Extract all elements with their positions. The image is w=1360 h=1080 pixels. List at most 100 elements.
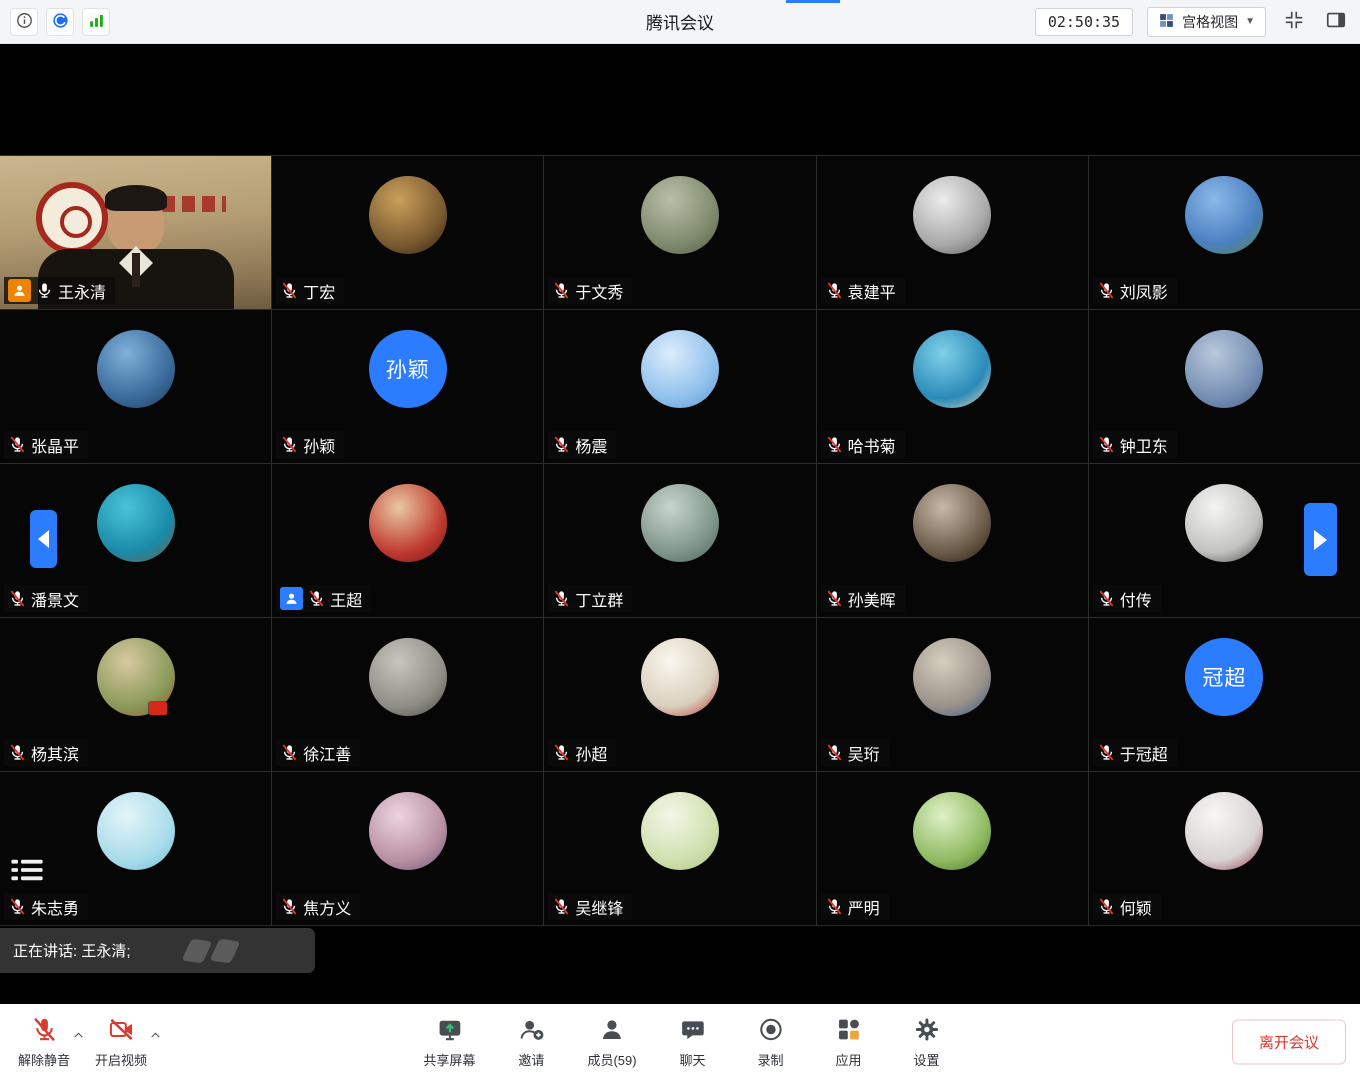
participant-tile[interactable]: 杨其滨 xyxy=(0,618,271,771)
participant-name: 孙超 xyxy=(575,741,607,765)
mic-muted-icon xyxy=(1097,897,1116,916)
participant-name: 哈书菊 xyxy=(848,433,896,457)
mic-on-icon xyxy=(35,281,54,300)
toolbar-chat-button[interactable]: 聊天 xyxy=(665,1012,721,1073)
participant-label: 付传 xyxy=(1093,585,1161,612)
tencent-meeting-window: 腾讯会议 02:50:35 宫格视图 ▼ 王永清 xyxy=(0,0,1360,1080)
toolbar-unmute-button[interactable]: 解除静音 xyxy=(12,1012,76,1073)
participant-name: 何颖 xyxy=(1120,895,1152,919)
toolbar-label: 邀请 xyxy=(518,1050,544,1069)
prev-page-button[interactable] xyxy=(30,510,57,568)
participant-avatar xyxy=(913,176,991,254)
view-mode-selector[interactable]: 宫格视图 ▼ xyxy=(1147,7,1266,37)
participant-tile[interactable]: 吴珩 xyxy=(817,618,1088,771)
participant-name: 袁建平 xyxy=(848,279,896,303)
participant-tile[interactable]: 哈书菊 xyxy=(817,310,1088,463)
participant-label: 吴继锋 xyxy=(548,893,632,920)
toolbar-label: 聊天 xyxy=(680,1050,706,1069)
titlebar: 腾讯会议 02:50:35 宫格视图 ▼ xyxy=(0,0,1360,44)
participant-label: 何颖 xyxy=(1093,893,1161,920)
participant-label: 孙颖 xyxy=(276,431,344,458)
participant-avatar xyxy=(97,330,175,408)
mic-muted-icon xyxy=(825,743,844,762)
toolbar-share-screen-button[interactable]: 共享屏幕 xyxy=(417,1012,481,1073)
participant-tile[interactable]: 袁建平 xyxy=(817,156,1088,309)
participant-tile[interactable]: 徐江善 xyxy=(272,618,543,771)
mic-muted-icon xyxy=(1097,743,1116,762)
speaking-banner: 正在讲话: 王永清; xyxy=(0,928,315,973)
titlebar-right-group: 02:50:35 宫格视图 ▼ xyxy=(1035,7,1350,37)
side-layout-button[interactable] xyxy=(1322,8,1350,36)
participant-name: 丁宏 xyxy=(303,279,335,303)
participant-tile[interactable]: 焦方义 xyxy=(272,772,543,925)
participant-avatar xyxy=(641,792,719,870)
chevron-right-icon xyxy=(1314,530,1327,550)
participant-avatar xyxy=(913,484,991,562)
pinned-app-button[interactable] xyxy=(46,8,74,36)
participant-name: 王永清 xyxy=(58,279,106,303)
participant-tile[interactable]: 钟卫东 xyxy=(1089,310,1360,463)
toolbar-label: 录制 xyxy=(758,1050,784,1069)
info-button[interactable] xyxy=(10,8,38,36)
participant-tile[interactable]: 孙美晖 xyxy=(817,464,1088,617)
leave-meeting-button[interactable]: 离开会议 xyxy=(1232,1020,1346,1065)
video-stage: 王永清 丁宏 于文秀 袁建平 刘凤影 xyxy=(0,44,1360,1004)
participant-tile[interactable]: 孙超 xyxy=(544,618,815,771)
mic-muted-icon xyxy=(825,897,844,916)
participant-tile[interactable]: 朱志勇 xyxy=(0,772,271,925)
caption-list-icon[interactable] xyxy=(9,855,45,885)
participant-tile[interactable]: 张晶平 xyxy=(0,310,271,463)
toolbar-settings-button[interactable]: 设置 xyxy=(899,1012,955,1073)
participant-name: 张晶平 xyxy=(31,433,79,457)
participant-tile[interactable]: 严明 xyxy=(817,772,1088,925)
participant-tile[interactable]: 刘凤影 xyxy=(1089,156,1360,309)
participant-tile[interactable]: 杨震 xyxy=(544,310,815,463)
speaking-banner-text: 正在讲话: 王永清; xyxy=(13,940,131,961)
participant-label: 吴珩 xyxy=(821,739,889,766)
next-page-button[interactable] xyxy=(1304,503,1337,576)
toolbar-label: 成员(59) xyxy=(587,1050,636,1069)
toolbar-label: 开启视频 xyxy=(95,1050,147,1069)
toolbar-members-button[interactable]: 成员(59) xyxy=(581,1012,642,1073)
participant-name: 徐江善 xyxy=(303,741,351,765)
toolbar-start-video-button[interactable]: 开启视频 xyxy=(89,1012,153,1073)
participant-avatar xyxy=(369,792,447,870)
participant-avatar xyxy=(641,176,719,254)
grid-view-icon xyxy=(1158,12,1175,32)
meeting-title: 腾讯会议 xyxy=(646,9,714,34)
mic-muted-icon xyxy=(280,897,299,916)
shrink-view-icon xyxy=(1283,9,1305,34)
participant-label: 刘凤影 xyxy=(1093,277,1177,304)
participant-tile[interactable]: 于文秀 xyxy=(544,156,815,309)
participant-tile[interactable]: 王超 xyxy=(272,464,543,617)
participant-tile[interactable]: 丁宏 xyxy=(272,156,543,309)
chevron-down-icon: ▼ xyxy=(1245,16,1255,27)
participant-avatar xyxy=(641,484,719,562)
participant-avatar xyxy=(369,638,447,716)
invite-icon xyxy=(518,1016,545,1046)
toolbar-invite-button[interactable]: 邀请 xyxy=(503,1012,559,1073)
members-icon xyxy=(599,1016,626,1046)
mic-muted-icon xyxy=(552,435,571,454)
participant-label: 张晶平 xyxy=(4,431,88,458)
participant-tile[interactable]: 丁立群 xyxy=(544,464,815,617)
toolbar-record-button[interactable]: 录制 xyxy=(743,1012,799,1073)
toolbar-apps-button[interactable]: 应用 xyxy=(821,1012,877,1073)
shrink-view-button[interactable] xyxy=(1280,8,1308,36)
participant-label: 于文秀 xyxy=(548,277,632,304)
chevron-up-icon[interactable] xyxy=(72,1029,85,1042)
participant-name: 吴继锋 xyxy=(575,895,623,919)
participant-tile[interactable]: 孙颖 孙颖 xyxy=(272,310,543,463)
mic-muted-icon xyxy=(825,589,844,608)
settings-icon xyxy=(913,1016,940,1046)
participant-tile[interactable]: 吴继锋 xyxy=(544,772,815,925)
participant-tile[interactable]: 冠超 于冠超 xyxy=(1089,618,1360,771)
participant-tile[interactable]: 何颖 xyxy=(1089,772,1360,925)
participant-label: 孙超 xyxy=(548,739,616,766)
watermark-shape xyxy=(210,939,241,964)
camera-muted-icon xyxy=(108,1016,135,1046)
participant-name: 于冠超 xyxy=(1120,741,1168,765)
participant-tile[interactable]: 王永清 xyxy=(0,156,271,309)
network-signal-button[interactable] xyxy=(82,8,110,36)
chevron-up-icon[interactable] xyxy=(149,1029,162,1042)
